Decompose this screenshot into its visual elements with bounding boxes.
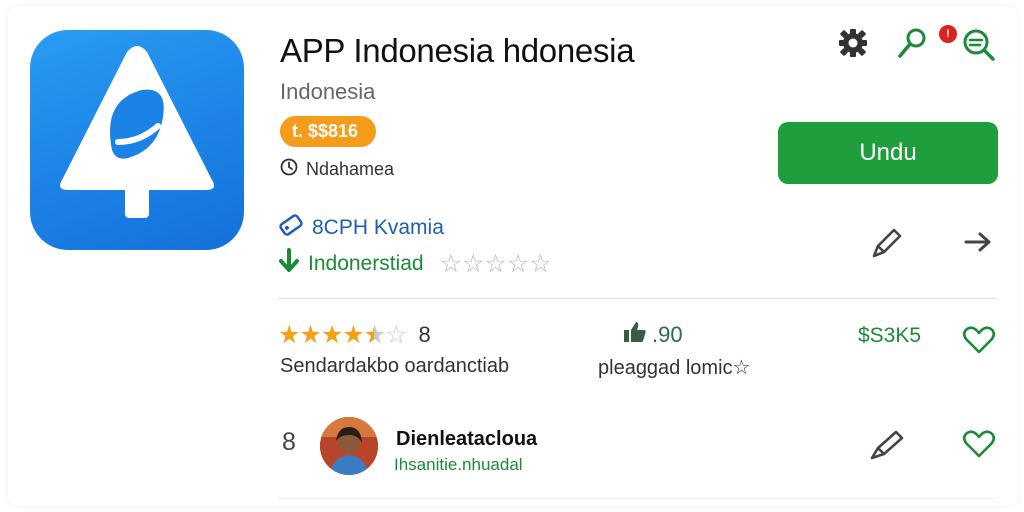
divider [278, 298, 996, 299]
rating-count: 8 [418, 322, 431, 347]
notification-badge: ! [939, 25, 957, 43]
price-label: $S3K5 [858, 324, 922, 347]
bottom-divider [278, 498, 996, 499]
avatar[interactable] [320, 417, 378, 475]
rating-caption: Sendardakbo oardanctiab [280, 355, 510, 377]
meta-text: Ndahamea [306, 159, 395, 179]
tag-icon [278, 214, 304, 242]
download-arrow-icon [278, 248, 300, 280]
price-badge: t. $$816 [280, 116, 376, 147]
app-title: APP Indonesia hdonesia [280, 32, 635, 69]
install-button[interactable]: Undu [778, 122, 998, 184]
gear-icon[interactable] [836, 26, 870, 65]
arrow-right-icon[interactable] [962, 228, 994, 261]
likes-caption: pleaggad lomic☆ [598, 357, 751, 379]
empty-stars[interactable]: ☆☆☆☆☆ [440, 249, 552, 279]
pencil-icon[interactable] [868, 428, 906, 467]
top-toolbar: ! [836, 25, 1006, 69]
likes-count: .90 [652, 322, 683, 347]
likes-counter[interactable]: .90 [622, 320, 683, 350]
magnifier-icon[interactable] [894, 26, 930, 67]
developer-row[interactable]: 8CPH Kvamia [278, 214, 444, 242]
thumbs-up-icon [622, 320, 648, 350]
downloads-row: Indonerstiad ☆☆☆☆☆ [278, 248, 552, 280]
heart-icon[interactable] [962, 428, 996, 465]
clock-icon [280, 158, 298, 181]
comment-number: 8 [282, 428, 296, 456]
comment-author: Dienleatacloua [396, 428, 538, 450]
downloads-text: Indonerstiad [308, 252, 424, 275]
developer-name: 8CPH Kvamia [312, 216, 444, 239]
zoom-icon[interactable] [960, 26, 998, 69]
comment-subtitle: Ihsanitie.nhuadal [394, 455, 523, 474]
app-subtitle: Indonesia [280, 79, 376, 104]
pencil-icon[interactable] [868, 224, 906, 267]
rating-stars: ★★★★★★☆ [278, 321, 408, 349]
heart-icon[interactable] [962, 324, 996, 361]
app-logo-icon [30, 30, 244, 250]
rating-row: ★★★★★★☆ 8 [278, 320, 431, 350]
meta-row: Ndahamea [280, 158, 394, 181]
